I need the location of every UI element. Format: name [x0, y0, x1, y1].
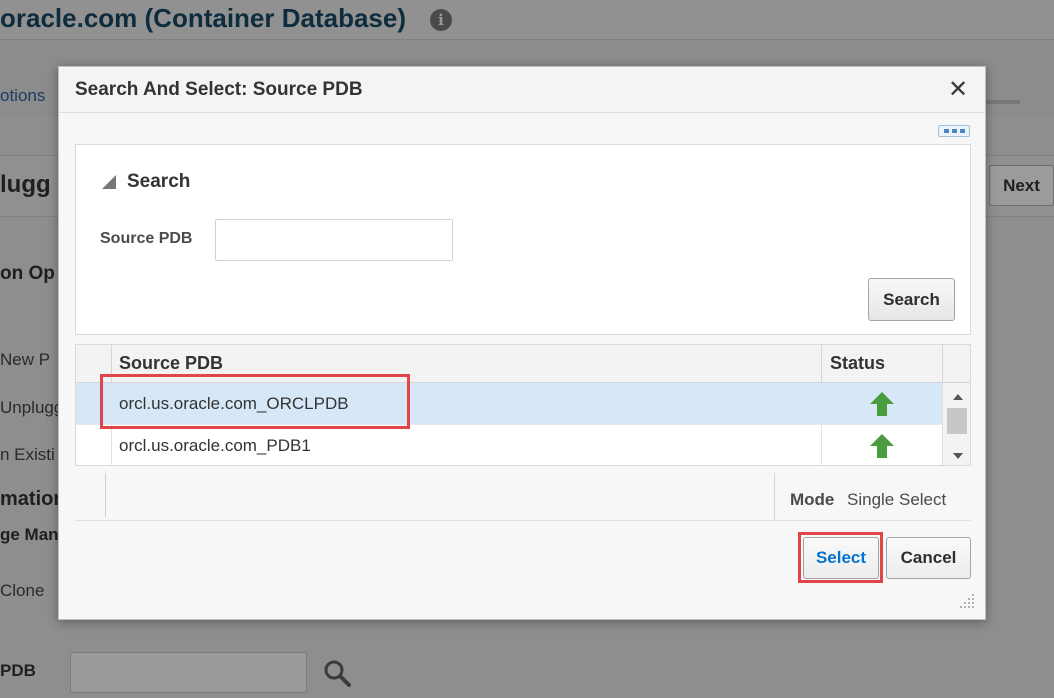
more-icon[interactable]	[938, 125, 970, 137]
column-header-status[interactable]: Status	[830, 353, 885, 374]
dialog-title: Search And Select: Source PDB	[75, 79, 363, 100]
scroll-up-icon[interactable]	[953, 394, 963, 400]
status-up-icon	[870, 434, 894, 458]
info-icon[interactable]: i	[430, 9, 452, 31]
next-button[interactable]: Next	[989, 165, 1054, 206]
source-pdb-cell: orcl.us.oracle.com_PDB1	[119, 436, 311, 455]
page-header: oracle.com (Container Database) i	[0, 0, 1054, 40]
section-heading: lugg	[0, 171, 51, 198]
pdb-input[interactable]	[70, 652, 307, 693]
tab-options[interactable]: otions	[0, 86, 45, 106]
highlight-select-button	[798, 532, 883, 583]
source-pdb-label: Source PDB	[100, 230, 193, 247]
dialog-header: Search And Select: Source PDB ✕	[59, 67, 985, 113]
resize-grip-icon[interactable]	[959, 593, 975, 609]
scroll-thumb[interactable]	[947, 408, 967, 434]
information-heading: mation	[0, 488, 66, 510]
option-new-pdb[interactable]: New P	[0, 350, 50, 370]
source-pdb-input[interactable]	[215, 219, 453, 261]
collapse-triangle-icon[interactable]	[102, 175, 116, 189]
highlight-selected-row	[100, 374, 410, 429]
table-footer: Mode Single Select	[75, 473, 971, 521]
options-heading: on Op	[0, 263, 55, 284]
column-header-source-pdb[interactable]: Source PDB	[119, 353, 223, 374]
search-panel: Search Source PDB Search	[75, 144, 971, 335]
search-heading[interactable]: Search	[127, 171, 190, 193]
storage-heading: ge Man	[0, 525, 59, 544]
option-unplugged[interactable]: Unplugg	[0, 398, 63, 418]
scroll-down-icon[interactable]	[953, 453, 963, 459]
search-icon[interactable]	[322, 658, 352, 688]
vertical-scrollbar[interactable]	[942, 383, 970, 465]
pdb-label: PDB	[0, 661, 36, 680]
close-icon[interactable]: ✕	[945, 77, 971, 103]
search-button[interactable]: Search	[868, 278, 955, 321]
option-existing[interactable]: n Existi	[0, 445, 55, 465]
clone-option[interactable]: Clone	[0, 581, 44, 601]
cancel-button[interactable]: Cancel	[886, 537, 971, 579]
page-title: oracle.com (Container Database)	[0, 3, 407, 33]
mode-label: Mode	[790, 490, 835, 509]
status-up-icon	[870, 392, 894, 416]
mode-value: Single Select	[847, 490, 947, 509]
table-row[interactable]: orcl.us.oracle.com_PDB1	[76, 425, 942, 465]
